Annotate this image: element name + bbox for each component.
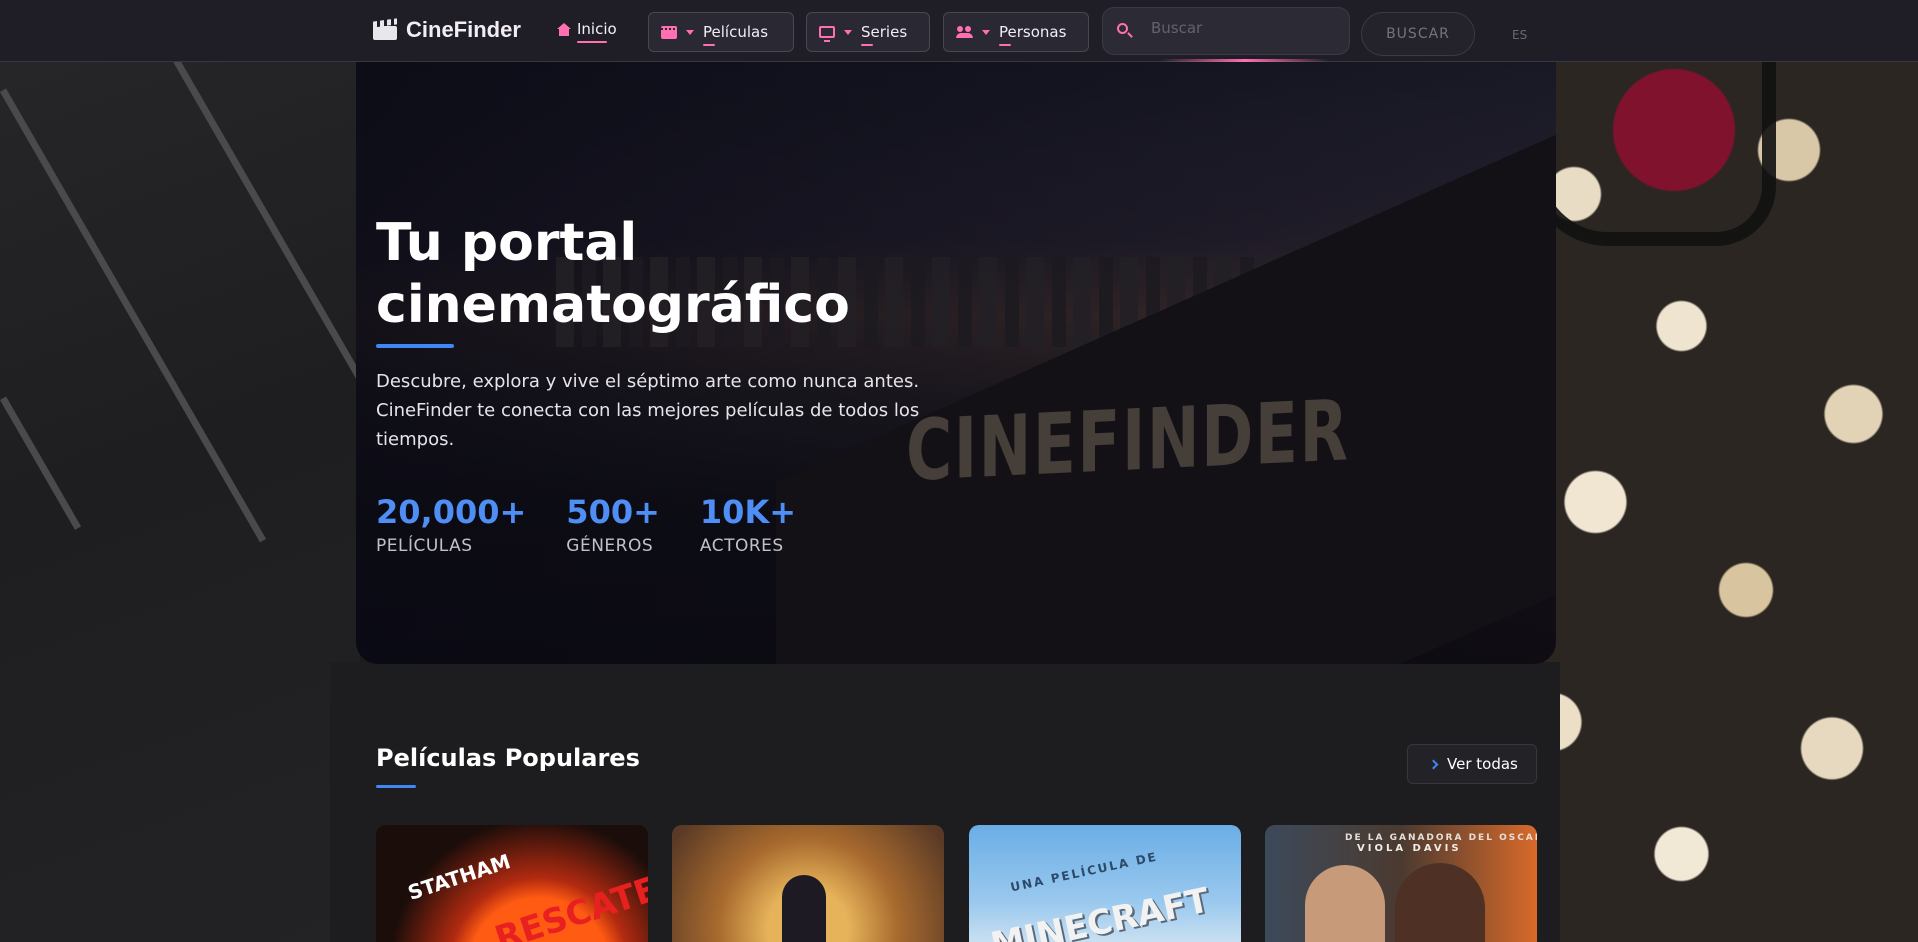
chevron-down-icon — [982, 29, 990, 35]
movie-card[interactable] — [672, 825, 944, 942]
chevron-down-icon — [844, 29, 852, 35]
poster-figure — [1305, 865, 1385, 942]
people-icon — [956, 26, 973, 38]
movie-card[interactable]: STATHAM RESCATE IMPLACABLE — [376, 825, 648, 942]
active-underline — [577, 41, 607, 43]
poster-title: VIOLA DAVIS — [1357, 843, 1462, 854]
stat-actores: 10K+ ACTORES — [700, 494, 796, 556]
chevron-down-icon — [686, 29, 694, 35]
stat-label: GÉNEROS — [566, 536, 654, 556]
search-icon[interactable] — [1117, 23, 1133, 39]
movie-card[interactable]: DE LA GANADORA DEL OSCAR VIOLA DAVIS — [1265, 825, 1537, 942]
film-icon — [661, 25, 677, 39]
language-selector[interactable]: ES — [1512, 28, 1527, 42]
top-nav: CineFinder Inicio Películas Series Perso… — [0, 0, 1918, 62]
brand-name: CineFinder — [406, 17, 521, 42]
hero-banner: CINEFINDER Tu portal cinematográfico Des… — [356, 62, 1556, 664]
view-all-button[interactable]: Ver todas — [1407, 744, 1537, 784]
hero-sign-text: CINEFINDER — [906, 381, 1350, 500]
brand-logo[interactable]: CineFinder — [373, 17, 521, 43]
nav-dropdown-label: Películas — [703, 23, 769, 46]
movie-card[interactable]: UNA PELÍCULA DE MINECRAFT — [969, 825, 1241, 942]
nav-home-link[interactable]: Inicio — [557, 20, 617, 43]
nav-dropdown-series[interactable]: Series — [806, 12, 930, 52]
view-all-label: Ver todas — [1447, 755, 1518, 773]
chevron-right-icon — [1428, 759, 1439, 769]
stat-value: 10K+ — [699, 493, 797, 531]
nav-dropdown-peliculas[interactable]: Películas — [648, 12, 794, 52]
poster-title: RESCATE IMPLACABLE — [490, 825, 648, 942]
stat-value: 500+ — [566, 493, 660, 531]
poster-text: DE LA GANADORA DEL OSCAR — [1345, 833, 1537, 843]
poster-figure — [782, 875, 826, 942]
nav-dropdown-label: Series — [861, 23, 908, 46]
stat-label: PELÍCULAS — [376, 536, 473, 556]
clapperboard-icon — [373, 20, 397, 40]
nav-home-label: Inicio — [577, 20, 617, 38]
background-left-panel — [0, 62, 360, 942]
section-title-popular: Películas Populares — [376, 744, 640, 772]
stat-peliculas: 20,000+ PELÍCULAS — [376, 494, 526, 556]
poster-text: STATHAM — [404, 849, 514, 905]
stat-generos: 500+ GÉNEROS — [566, 494, 660, 556]
nav-glow — [1160, 59, 1330, 62]
hero-description: Descubre, explora y vive el séptimo arte… — [376, 371, 920, 450]
hero-title-underline — [376, 344, 454, 348]
hero-title: Tu portal cinematográfico — [376, 213, 850, 335]
hero-stats: 20,000+ PELÍCULAS 500+ GÉNEROS 10K+ ACTO… — [376, 494, 796, 556]
section-title-underline — [376, 785, 416, 788]
search-input[interactable] — [1151, 19, 1331, 37]
stat-label: ACTORES — [699, 536, 784, 556]
tv-icon — [819, 26, 835, 42]
home-icon — [557, 22, 571, 36]
search-button[interactable]: BUSCAR — [1361, 12, 1475, 56]
nav-dropdown-label: Personas — [999, 23, 1067, 46]
nav-dropdown-personas[interactable]: Personas — [943, 12, 1089, 52]
poster-text: UNA PELÍCULA DE — [1009, 849, 1160, 895]
stat-value: 20,000+ — [376, 493, 527, 531]
poster-figure — [1395, 863, 1485, 942]
search-box — [1102, 7, 1350, 55]
